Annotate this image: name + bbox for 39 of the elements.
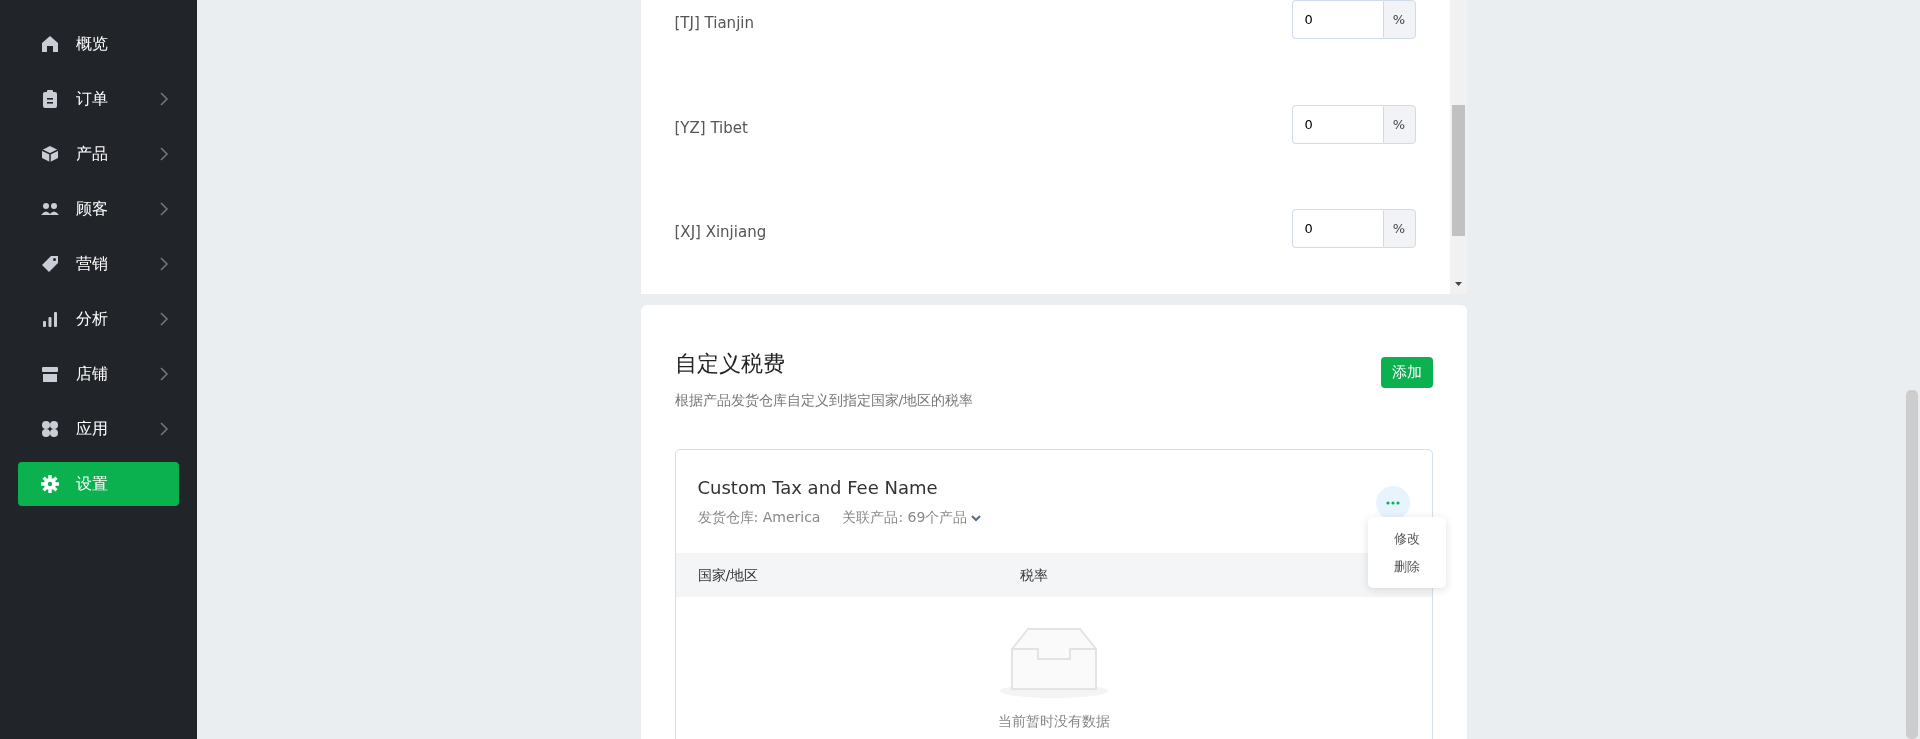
rate-field[interactable]: 0: [1291, 209, 1383, 248]
sidebar-item[interactable]: 顾客: [18, 187, 179, 231]
column-header: 税率: [1019, 565, 1048, 585]
box-icon: [40, 144, 60, 164]
percent-suffix: %: [1382, 0, 1416, 39]
more-dots-icon: [1385, 501, 1400, 505]
sidebar-item[interactable]: 营销: [18, 242, 179, 286]
column-header: 国家/地区: [697, 565, 760, 585]
tax-name: Custom Tax and Fee Name: [697, 476, 939, 500]
region-label: [YZ] Tibet: [674, 118, 748, 139]
sidebar-item[interactable]: 概览: [18, 22, 179, 66]
menu-item[interactable]: 删除: [1368, 552, 1446, 580]
chevron-down-icon[interactable]: [971, 513, 982, 522]
sidebar-item[interactable]: 分析: [18, 297, 179, 341]
menu-item[interactable]: 修改: [1368, 525, 1446, 553]
settings-icon: [40, 474, 60, 494]
home-icon: [40, 34, 60, 54]
region-label: [XJ] Xinjiang: [674, 222, 767, 243]
store-icon: [40, 364, 60, 384]
percent-suffix: %: [1382, 105, 1416, 144]
percent-suffix: %: [1382, 209, 1416, 248]
sidebar-item[interactable]: 应用: [18, 407, 179, 451]
grid-icon: [40, 419, 60, 439]
rate-field[interactable]: 0: [1291, 105, 1383, 144]
tag-icon: [40, 254, 60, 274]
sidebar-item[interactable]: 店铺: [18, 352, 179, 396]
warehouse-text: 发货仓库: America: [697, 508, 821, 527]
section-description: 根据产品发货仓库自定义到指定国家/地区的税率: [674, 391, 974, 410]
empty-inbox-icon: [997, 627, 1110, 699]
sidebar-item[interactable]: 订单: [18, 77, 179, 121]
products-link[interactable]: 关联产品: 69个产品: [842, 507, 968, 528]
bar-chart-icon: [40, 309, 60, 329]
clipboard-icon: [40, 89, 60, 109]
section-title: 自定义税费: [674, 350, 786, 378]
empty-message: 当前暂时没有数据: [997, 712, 1110, 731]
sidebar-item[interactable]: 产品: [18, 132, 179, 176]
region-label: [TJ] Tianjin: [674, 13, 754, 34]
rate-field[interactable]: 0: [1291, 0, 1383, 39]
more-button[interactable]: [1375, 486, 1410, 520]
